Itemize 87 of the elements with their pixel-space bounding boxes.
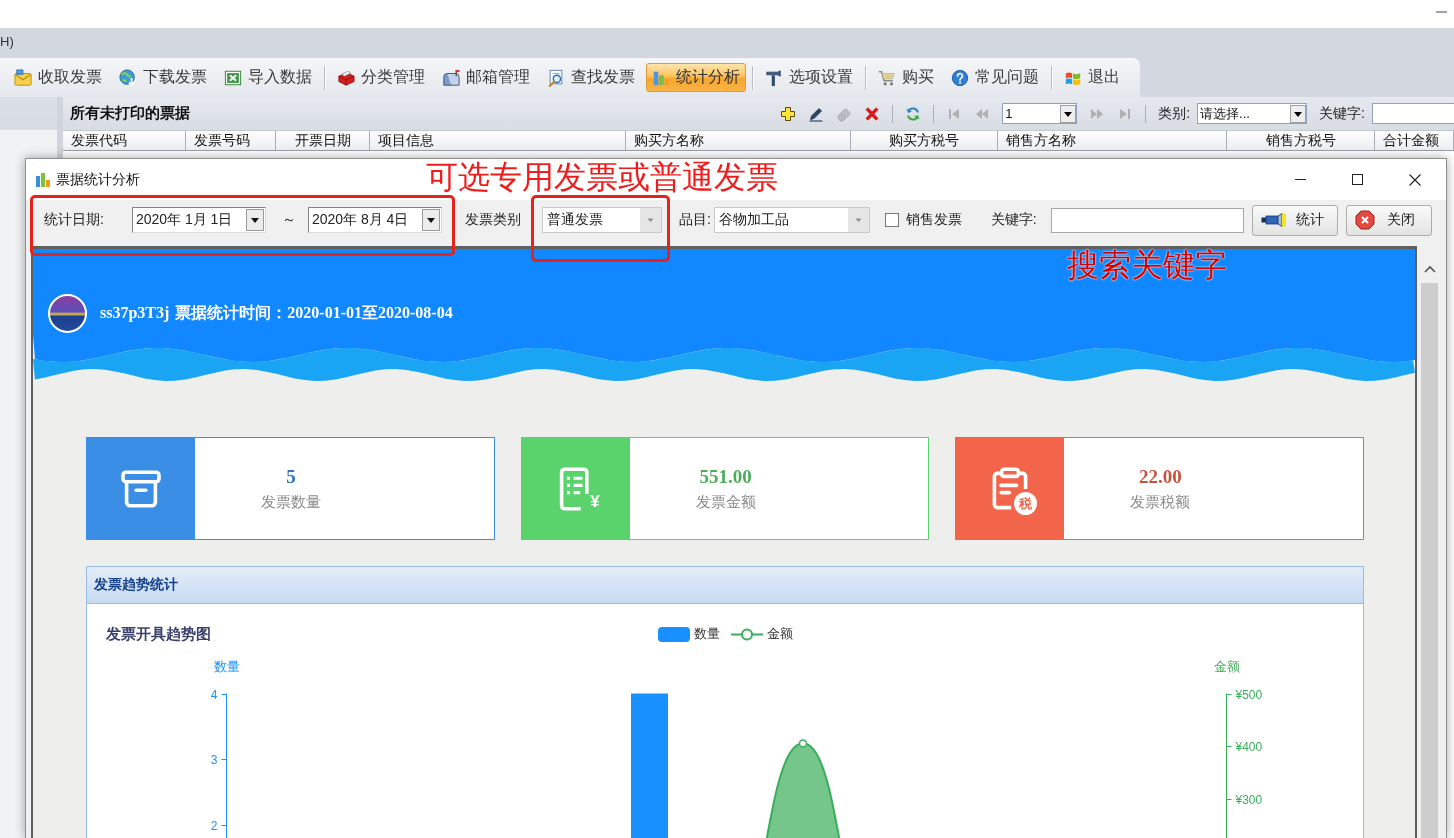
field-label: 关键字: [990, 211, 1037, 229]
annotation-text: 可选专用发票或普通发票 [425, 160, 778, 194]
cancel-icon [1354, 210, 1375, 230]
add-icon[interactable] [780, 105, 797, 122]
column-header[interactable]: 项目信息 [370, 131, 626, 150]
column-header[interactable]: 销售方税号 [1227, 131, 1375, 150]
keyword-field[interactable] [1372, 103, 1454, 124]
hammer-icon [765, 68, 783, 87]
tick-label: 3 [210, 752, 218, 767]
scrollbar-thumb[interactable] [1421, 283, 1438, 838]
date-picker[interactable]: 2020年 1月 1日 [131, 207, 266, 233]
menu-item[interactable]: H) [0, 34, 14, 49]
stat-label: 发票数量 [261, 492, 321, 512]
icon-badge: 税 [1014, 491, 1038, 515]
stat-value: 551.00 [699, 465, 752, 488]
column-header[interactable]: 开票日期 [276, 131, 370, 150]
column-header[interactable]: 发票代码 [63, 131, 186, 150]
axis-title: 金额 [1213, 659, 1240, 674]
close-icon[interactable] [1409, 173, 1421, 186]
tick-label: 2 [210, 818, 218, 833]
bar-chart-icon [35, 171, 51, 188]
page-select[interactable]: 1 [1002, 103, 1078, 124]
filter-label: 关键字: [1319, 104, 1365, 123]
keyword-input[interactable] [1050, 207, 1244, 233]
range-separator: ～ [281, 211, 296, 229]
data-point [798, 739, 808, 748]
spreadsheet-icon [224, 68, 242, 87]
scroll-up-icon[interactable] [1423, 265, 1436, 273]
legend-label[interactable]: 数量 [693, 625, 720, 643]
box-icon [337, 68, 355, 87]
user-name: ss37p3T3j [100, 304, 170, 322]
delete-icon[interactable] [864, 105, 881, 122]
column-header[interactable]: 合计金额 [1375, 131, 1454, 150]
chart-title: 发票开具趋势图 [106, 624, 211, 644]
field-label: 品目: [678, 211, 711, 229]
toolbar-button[interactable]: 下载发票 [113, 63, 213, 92]
category-select[interactable]: 请选择... [1197, 103, 1308, 124]
cart-icon [878, 68, 896, 87]
flashlight-icon [1260, 213, 1287, 227]
toolbar-button[interactable]: 分类管理 [331, 63, 431, 92]
stat-label: 发票税额 [1130, 492, 1191, 512]
panel-title: 发票趋势统计 [94, 576, 178, 594]
field-label: 发票类别 [464, 211, 521, 229]
toolbar-button[interactable]: 统计分析 [646, 63, 746, 92]
tick-label: ¥500 [1235, 687, 1263, 702]
toolbar-button[interactable]: 查找发票 [541, 63, 641, 92]
toolbar-button[interactable]: 常见问题 [945, 63, 1045, 92]
icon-symbol: ¥ [590, 492, 600, 511]
column-header[interactable]: 购买方名称 [626, 131, 851, 150]
checkbox[interactable] [884, 213, 899, 227]
tick-label: ¥400 [1235, 739, 1263, 754]
dialog-title: 票据统计分析 [56, 170, 140, 189]
avatar [48, 293, 87, 333]
toolbar-button[interactable]: 统计 [1251, 204, 1338, 236]
mailbox-icon [442, 68, 460, 87]
toolbar-button[interactable]: 关闭 [1345, 204, 1432, 236]
toolbar-button[interactable]: 收取发票 [8, 63, 108, 92]
toolbar-button[interactable]: 邮箱管理 [436, 63, 536, 92]
checkbox-label[interactable]: 销售发票 [905, 211, 962, 229]
refresh-icon[interactable] [905, 105, 922, 122]
column-header[interactable]: 购买方税号 [851, 131, 998, 150]
date-picker[interactable]: 2020年 8月 4日 [307, 207, 442, 233]
stat-label: 发票金额 [695, 492, 756, 512]
tick-label: ¥300 [1235, 792, 1263, 807]
stats-period: 票据统计时间：2020-01-01至2020-08-04 [175, 302, 453, 323]
toolbar-button[interactable]: 购买 [872, 63, 940, 92]
stat-value: 5 [286, 465, 296, 488]
column-header[interactable]: 发票号码 [186, 131, 276, 150]
annotation-text: 搜索关键字 [1067, 247, 1228, 282]
tick-label: 4 [210, 687, 218, 702]
invoice-type-select[interactable]: 普通发票 [541, 207, 662, 233]
axis-title: 数量 [213, 659, 240, 674]
filter-label: 类别: [1158, 104, 1191, 123]
column-header[interactable]: 销售方名称 [998, 131, 1227, 150]
pencil-icon[interactable] [808, 105, 825, 122]
maximize-icon[interactable] [1352, 174, 1363, 185]
item-select[interactable]: 谷物加工品 [713, 207, 870, 233]
field-label: 统计日期: [44, 211, 104, 229]
toolbar-button[interactable]: 选项设置 [759, 63, 859, 92]
toolbar-button[interactable]: 导入数据 [218, 63, 318, 92]
help-icon [951, 68, 969, 87]
grid-title: 所有未打印的票据 [70, 104, 190, 123]
toolbar-button[interactable]: 退出 [1058, 63, 1126, 92]
envelope-icon [14, 68, 32, 87]
stat-value: 22.00 [1138, 465, 1182, 488]
legend-label[interactable]: 金额 [766, 625, 793, 643]
magnifier-document-icon [547, 68, 565, 87]
